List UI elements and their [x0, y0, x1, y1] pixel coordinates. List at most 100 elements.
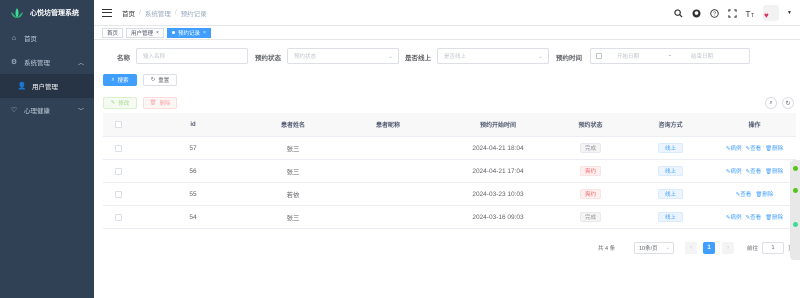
status-select[interactable]: 预约状态 ⌄	[287, 48, 399, 64]
close-icon[interactable]: ×	[156, 30, 159, 36]
goto-page-input[interactable]: 1	[762, 242, 785, 254]
col-method: 咨询方式	[658, 123, 683, 129]
navbar-actions: ? TT ♥ ▼	[673, 0, 800, 26]
sidebar-item-label: 用户管理	[32, 84, 58, 91]
user-icon: 👤	[17, 83, 27, 90]
method-badge: 线上	[657, 166, 683, 176]
method-badge: 线上	[657, 189, 683, 199]
case-link[interactable]: ✎病例	[726, 144, 742, 152]
breadcrumb-current: 预约记录	[180, 10, 207, 18]
date-range-picker[interactable]: 开始日期 - 结束日期	[590, 48, 750, 64]
delete-link[interactable]: 🗑删除	[765, 213, 783, 221]
next-page-button[interactable]: ›	[722, 242, 734, 254]
tag-home[interactable]: 首页	[102, 27, 124, 38]
status-label: 预约状态	[255, 55, 281, 62]
col-name: 患者姓名	[280, 123, 305, 129]
view-link[interactable]: ✎查看	[746, 144, 762, 152]
chevron-down-icon: ﹀	[77, 108, 84, 115]
close-icon[interactable]: ×	[203, 30, 206, 36]
start-date-input[interactable]: 开始日期	[617, 52, 639, 60]
page-number-current[interactable]: 1	[703, 242, 715, 254]
svg-text:?: ?	[713, 11, 716, 17]
delete-link[interactable]: 🗑删除	[755, 190, 773, 198]
status-dot-icon	[793, 188, 798, 193]
col-id: id	[190, 121, 196, 128]
table-row: 57 张三 2024-04-21 18:04 完成 线上 ✎病例 ✎查看 🗑删除	[103, 137, 796, 160]
view-link[interactable]: ✎查看	[746, 167, 762, 175]
case-link[interactable]: ✎病例	[726, 167, 742, 175]
app-title: 心悦坊管理系统	[30, 10, 79, 17]
tag-appointment-records[interactable]: 预约记录 ×	[166, 27, 211, 38]
caret-down-icon[interactable]: ▼	[787, 10, 792, 16]
status-badge: 完成	[579, 212, 601, 222]
time-label: 预约时间	[556, 55, 582, 62]
sidebar-item-mental-health[interactable]: ♡ 心理健康 ﹀	[0, 98, 94, 122]
pagination-total: 共 4 条	[598, 246, 616, 252]
edit-button[interactable]: ✎ 修改	[103, 97, 137, 109]
breadcrumb-home[interactable]: 首页	[122, 8, 135, 18]
sidebar-item-system[interactable]: ⚙ 系统管理 ︿	[0, 50, 94, 74]
breadcrumb-system: 系统管理	[144, 10, 171, 18]
status-dot-icon	[793, 166, 798, 171]
toggle-search-button[interactable]: ⌕	[765, 97, 777, 109]
row-checkbox[interactable]	[114, 167, 122, 175]
sidebar-item-home[interactable]: ⌂ 首页	[0, 26, 94, 50]
delete-link[interactable]: 🗑删除	[765, 167, 783, 175]
col-nickname: 患者昵称	[375, 123, 400, 129]
search-button[interactable]: ⌕ 搜索	[103, 74, 137, 86]
status-badge: 完成	[579, 143, 601, 153]
floating-assistant-widget[interactable]	[790, 160, 800, 260]
case-link[interactable]: ✎病例	[726, 213, 742, 221]
table-header: id 患者姓名 患者昵称 预约开始时间 预约状态 咨询方式 操作	[103, 113, 796, 137]
trash-icon: 🗑	[149, 100, 157, 106]
breadcrumb: 首页 / 系统管理 / 预约记录	[122, 8, 207, 18]
page-size-select[interactable]: 10条/页 ⌄	[634, 242, 674, 254]
svg-text:T: T	[751, 13, 755, 18]
status-badge: 爽约	[579, 189, 601, 199]
calendar-icon	[596, 53, 602, 59]
lotus-logo-icon	[10, 7, 24, 19]
appointments-table: id 患者姓名 患者昵称 预约开始时间 预约状态 咨询方式 操作 57 张三 2…	[103, 113, 796, 229]
tags-view: 首页 用户管理 × 预约记录 ×	[94, 26, 800, 40]
name-label: 名称	[117, 55, 130, 62]
col-time: 预约开始时间	[479, 123, 516, 129]
search-form: 名称 输入名称 预约状态 预约状态 ⌄ 是否线上 是否线上 ⌄ 预约时间 开始日期 …	[94, 48, 800, 66]
sidebar-item-user-management[interactable]: 👤 用户管理	[0, 74, 94, 98]
font-size-icon[interactable]: TT	[745, 8, 755, 18]
search-icon: ⌕	[111, 76, 115, 83]
select-all-checkbox[interactable]	[114, 121, 122, 128]
reset-button[interactable]: ↻ 重置	[143, 74, 177, 86]
row-checkbox[interactable]	[114, 190, 122, 198]
page-jumper: 前往 1 页	[747, 242, 794, 254]
home-icon: ⌂	[11, 34, 17, 42]
search-icon: ⌕	[769, 99, 773, 106]
view-link[interactable]: ✎查看	[746, 213, 762, 221]
svg-text:T: T	[746, 10, 751, 18]
github-icon[interactable]	[691, 8, 701, 18]
row-checkbox[interactable]	[114, 213, 122, 221]
view-link[interactable]: ✎查看	[736, 190, 752, 198]
name-input[interactable]: 输入名称	[136, 48, 248, 64]
online-select[interactable]: 是否线上 ⌄	[437, 48, 549, 64]
method-badge: 线上	[657, 212, 683, 222]
search-icon[interactable]	[673, 8, 683, 18]
row-checkbox[interactable]	[114, 144, 122, 152]
question-icon[interactable]: ?	[709, 8, 719, 18]
avatar[interactable]: ♥	[763, 5, 780, 21]
delete-button[interactable]: 🗑 删除	[143, 97, 177, 109]
status-dot-icon	[793, 222, 798, 227]
hamburger-icon[interactable]	[102, 8, 112, 17]
submenu: 👤 用户管理	[0, 74, 94, 98]
tag-user-management[interactable]: 用户管理 ×	[126, 27, 164, 38]
chevron-down-icon: ⌄	[665, 245, 670, 251]
fullscreen-icon[interactable]	[727, 8, 737, 18]
col-actions: 操作	[748, 123, 761, 129]
chevron-down-icon: ⌄	[537, 53, 543, 60]
delete-link[interactable]: 🗑删除	[765, 144, 783, 152]
refresh-icon: ↻	[150, 77, 156, 83]
chevron-down-icon: ⌄	[387, 53, 393, 60]
end-date-input[interactable]: 结束日期	[691, 52, 713, 60]
refresh-button[interactable]: ↻	[782, 97, 794, 109]
navbar: 首页 / 系统管理 / 预约记录 ? TT ♥ ▼	[94, 0, 800, 26]
prev-page-button[interactable]: ‹	[685, 242, 697, 254]
